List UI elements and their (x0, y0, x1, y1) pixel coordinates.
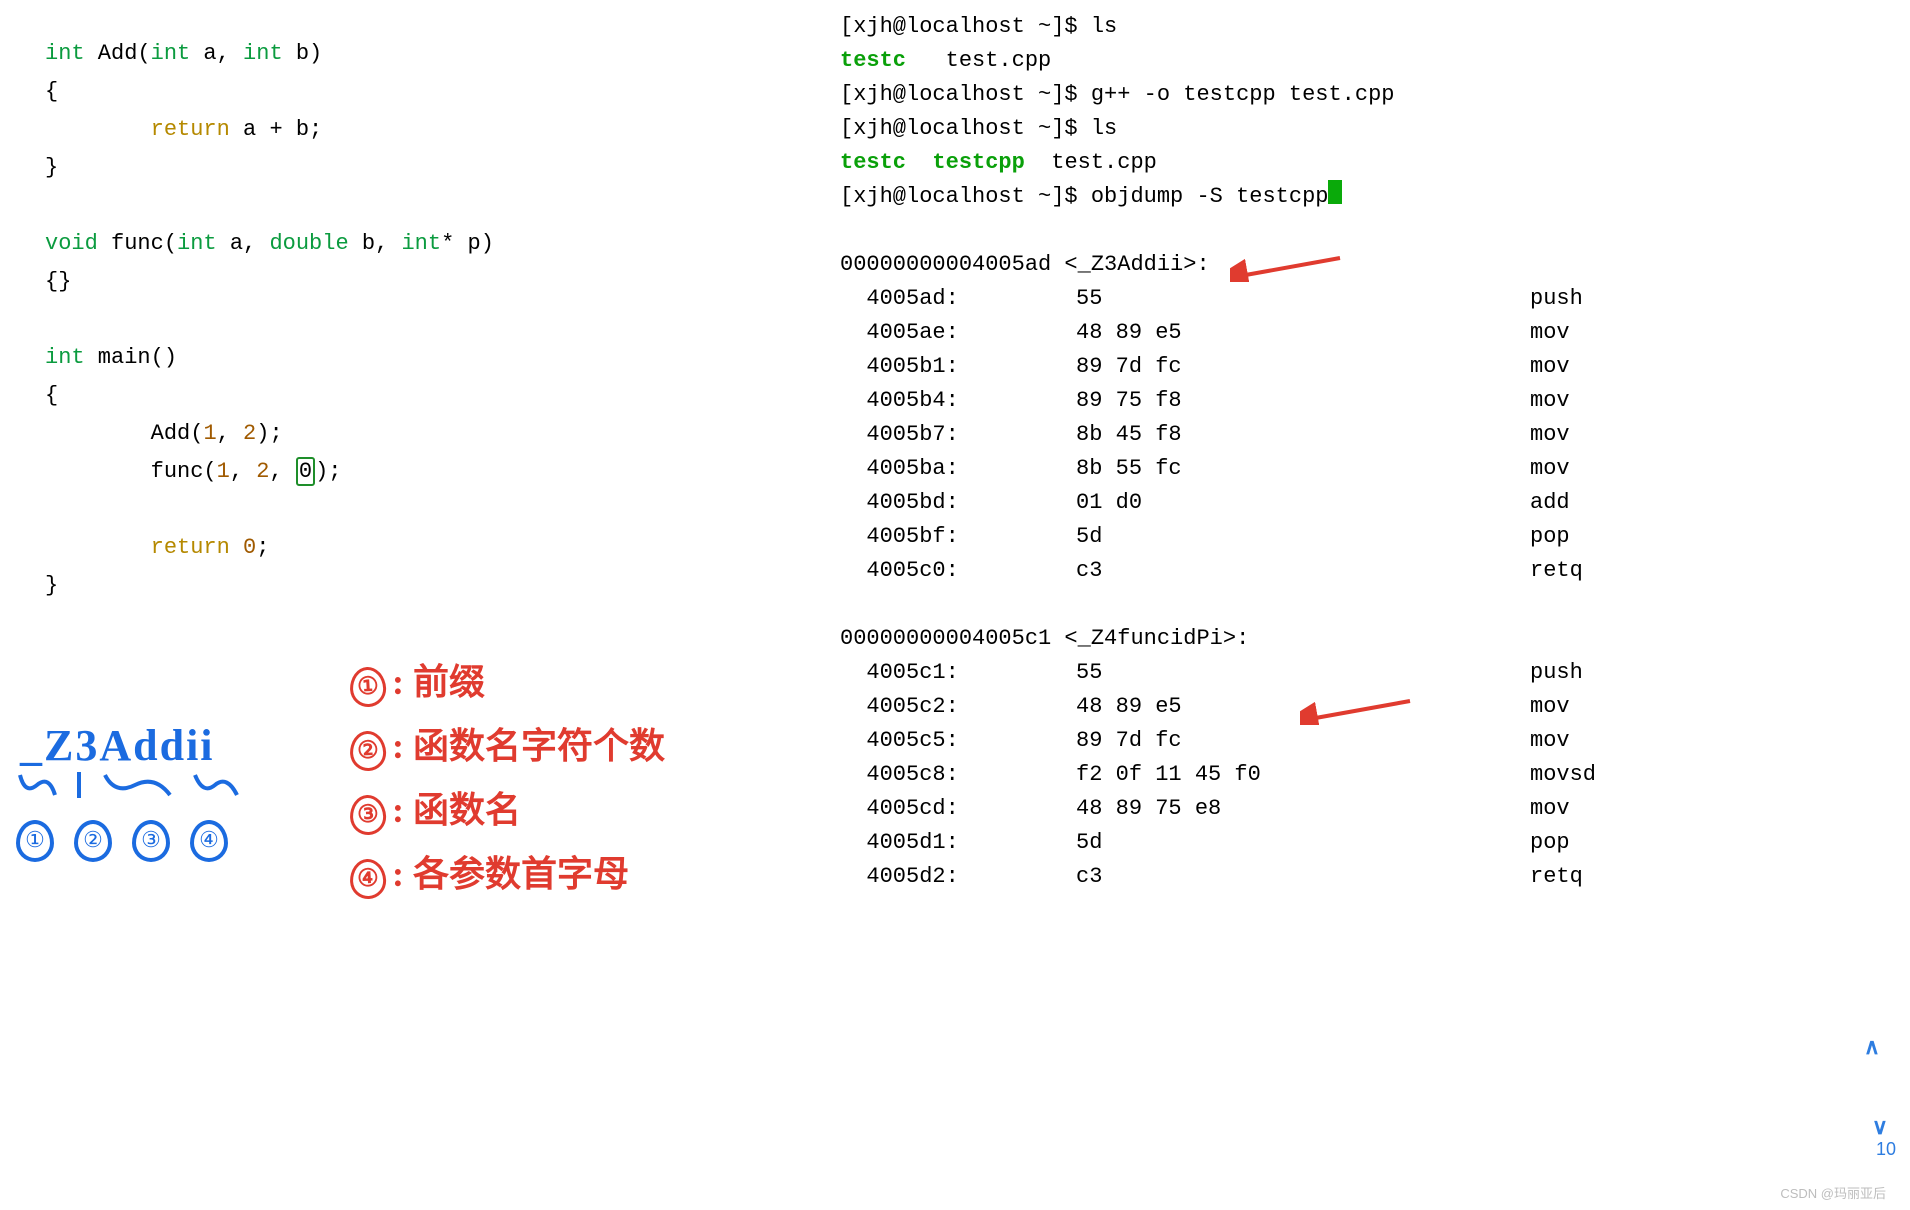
code-line: int main() (45, 339, 745, 377)
page-number: 10 (1876, 1139, 1896, 1160)
disasm-row: 4005c0: c3retq (840, 554, 1890, 588)
prompt-line: [xjh@localhost ~]$ ls (840, 112, 1890, 146)
disasm-row: 4005ae: 48 89 e5mov (840, 316, 1890, 350)
code-line: { (45, 377, 745, 415)
terminal-line: testc testcpp test.cpp (840, 146, 1890, 180)
circle-3-icon: ③ (349, 794, 387, 836)
code-line: return 0; (45, 529, 745, 567)
disasm-row: 4005bd: 01 d0add (840, 486, 1890, 520)
disasm-row: 4005b7: 8b 45 f8mov (840, 418, 1890, 452)
disasm-row: 4005ba: 8b 55 fcmov (840, 452, 1890, 486)
code-line: void func(int a, double b, int* p) (45, 225, 745, 263)
section-header: 00000000004005c1 <_Z4funcidPi>: (840, 622, 1890, 656)
red-arrow-icon (1230, 252, 1350, 282)
terminal-line: testc test.cpp (840, 44, 1890, 78)
disasm-row: 4005b4: 89 75 f8mov (840, 384, 1890, 418)
circle-1-icon: ① (16, 820, 54, 862)
disasm-row: 4005bf: 5dpop (840, 520, 1890, 554)
code-line: return a + b; (45, 111, 745, 149)
watermark: CSDN @玛丽亚后 (1780, 1183, 1886, 1202)
handwriting-mangled-name: _Z3Addii (20, 720, 215, 771)
code-line: int Add(int a, int b) (45, 35, 745, 73)
circle-3-icon: ③ (132, 820, 170, 862)
code-line: {} (45, 263, 745, 301)
source-code: int Add(int a, int b) { return a + b; } … (45, 35, 745, 605)
code-line: { (45, 73, 745, 111)
circle-4-icon: ④ (349, 858, 387, 900)
disasm-row: 4005c5: 89 7d fcmov (840, 724, 1890, 758)
blue-circles: ① ② ③ ④ (16, 820, 228, 862)
code-line: Add(1, 2); (45, 415, 745, 453)
disasm-row: 4005ad: 55push (840, 282, 1890, 316)
disasm-row: 4005c1: 55push (840, 656, 1890, 690)
disasm-row: 4005d1: 5dpop (840, 826, 1890, 860)
scroll-down-icon[interactable]: ∨ (1872, 1114, 1888, 1140)
prompt-line: [xjh@localhost ~]$ ls (840, 10, 1890, 44)
prompt-line: [xjh@localhost ~]$ objdump -S testcpp (840, 180, 1890, 214)
circle-1-icon: ① (349, 666, 387, 708)
cursor-icon (1328, 180, 1342, 204)
terminal-output: [xjh@localhost ~]$ ls testc test.cpp [xj… (840, 10, 1890, 894)
section-header: 00000000004005ad <_Z3Addii>: (840, 248, 1890, 282)
legend-text: : 前缀 (392, 662, 485, 702)
legend-text: : 各参数首字母 (392, 854, 629, 894)
red-arrow-icon (1300, 695, 1420, 725)
disasm-row: 4005c8: f2 0f 11 45 f0movsd (840, 758, 1890, 792)
disasm-row: 4005d2: c3retq (840, 860, 1890, 894)
disasm-row: 4005b1: 89 7d fcmov (840, 350, 1890, 384)
circle-2-icon: ② (349, 730, 387, 772)
disasm-row: 4005cd: 48 89 75 e8mov (840, 792, 1890, 826)
scroll-up-icon[interactable]: ∧ (1864, 1034, 1880, 1060)
legend-text: : 函数名 (392, 790, 521, 830)
legend: ①: 前缀 ②: 函数名字符个数 ③: 函数名 ④: 各参数首字母 (350, 650, 665, 906)
legend-text: : 函数名字符个数 (392, 726, 665, 766)
circle-2-icon: ② (74, 820, 112, 862)
code-line: } (45, 149, 745, 187)
code-line: func(1, 2, 0); (45, 453, 745, 491)
code-line: } (45, 567, 745, 605)
circle-4-icon: ④ (190, 820, 228, 862)
prompt-line: [xjh@localhost ~]$ g++ -o testcpp test.c… (840, 78, 1890, 112)
brace-group-icon (15, 770, 315, 820)
